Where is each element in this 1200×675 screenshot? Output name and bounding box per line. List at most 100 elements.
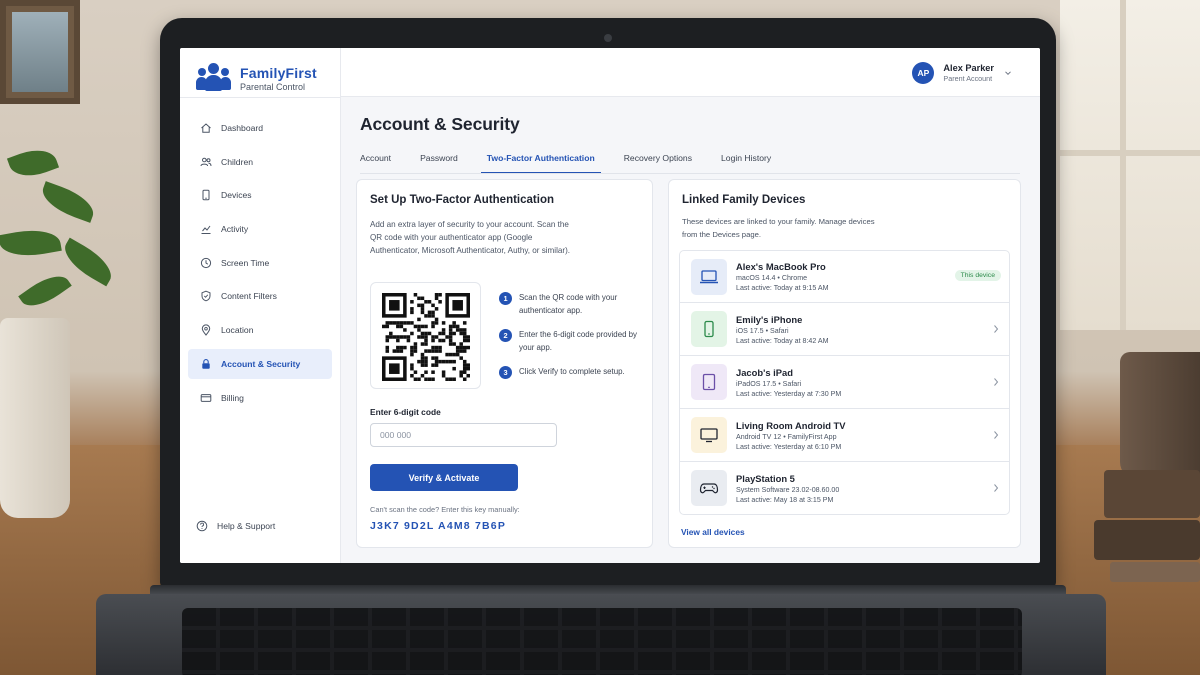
sidebar-item-devices[interactable]: Devices	[188, 180, 332, 210]
device-last-active: Last active: Yesterday at 7:30 PM	[736, 389, 842, 398]
coffee-mug	[1120, 352, 1200, 480]
qr-code	[370, 282, 481, 389]
device-os: iOS 17.5 • Safari	[736, 326, 789, 335]
help-label: Help & Support	[217, 521, 276, 531]
sidebar-item-content-filters[interactable]: Content Filters	[188, 281, 332, 311]
laptop-icon	[691, 258, 727, 295]
device-row[interactable]: PlayStation 5 System Software 23.02-08.6…	[679, 462, 1010, 515]
plant-leaf	[6, 142, 60, 184]
step-text: Scan the QR code with your authenticator…	[519, 293, 618, 315]
top-bar: AP Alex Parker Parent Account	[341, 48, 1040, 97]
device-row[interactable]: Jacob's iPad iPadOS 17.5 • Safari Last a…	[679, 356, 1010, 409]
gamepad-icon	[691, 470, 727, 506]
sidebar-item-activity[interactable]: Activity	[188, 214, 332, 244]
step-number: 2	[499, 329, 512, 342]
device-last-active: Last active: Today at 8:42 AM	[736, 336, 829, 345]
this-device-badge: This device	[954, 270, 1001, 281]
device-row[interactable]: Living Room Android TV Android TV 12 • F…	[679, 409, 1010, 462]
chevron-down-icon	[1005, 71, 1011, 76]
plant-leaf	[0, 224, 62, 262]
book-stack	[1090, 470, 1200, 582]
tv-icon	[691, 417, 727, 453]
tab-recovery-options[interactable]: Recovery Options	[624, 150, 692, 174]
smartphone-icon	[691, 311, 727, 347]
activity-chart-icon	[200, 223, 212, 235]
step-text: Enter the 6-digit code provided by your …	[519, 330, 637, 352]
sidebar-item-billing[interactable]: Billing	[188, 383, 332, 413]
user-menu[interactable]: AP Alex Parker Parent Account	[912, 62, 1012, 84]
qr-code-icon	[382, 293, 470, 381]
plant-leaf	[18, 267, 72, 315]
chevron-right-icon	[994, 325, 999, 333]
device-name: Alex's MacBook Pro	[736, 261, 826, 272]
home-icon	[200, 122, 212, 134]
tab-two-factor-authentication[interactable]: Two-Factor Authentication	[480, 150, 601, 174]
laptop-keyboard	[96, 594, 1106, 675]
device-os: Android TV 12 • FamilyFirst App	[736, 432, 837, 441]
wall-picture-frame	[0, 0, 80, 104]
manual-key-hint: Can't scan the code? Enter this key manu…	[370, 505, 520, 514]
lock-icon	[200, 358, 212, 370]
step-number: 1	[499, 292, 512, 305]
step-text: Click Verify to complete setup.	[519, 367, 625, 376]
sidebar-item-label: Activity	[221, 224, 249, 235]
family-logo-icon	[196, 63, 232, 93]
setup-steps: 1 Scan the QR code with your authenticat…	[499, 292, 649, 391]
tab-account[interactable]: Account	[360, 150, 391, 174]
sidebar-item-label: Location	[221, 325, 254, 336]
location-pin-icon	[200, 324, 212, 336]
device-row[interactable]: Emily's iPhone iOS 17.5 • Safari Last ac…	[679, 303, 1010, 356]
user-name: Alex Parker	[943, 63, 994, 73]
card-title: Linked Family Devices	[682, 194, 806, 206]
tablet-icon	[691, 364, 727, 400]
users-icon	[200, 156, 212, 168]
sidebar-item-label: Devices	[221, 190, 252, 201]
sidebar-item-label: Screen Time	[221, 257, 270, 268]
step-number: 3	[499, 366, 512, 379]
chevron-right-icon	[994, 484, 999, 492]
card-description: These devices are linked to your family.…	[682, 217, 875, 239]
sidebar-nav: Dashboard Children Devices Activity Scre…	[188, 113, 332, 416]
device-last-active: Last active: May 18 at 3:15 PM	[736, 495, 834, 504]
device-os: macOS 14.4 • Chrome	[736, 274, 808, 282]
step-item: 3 Click Verify to complete setup.	[499, 366, 649, 379]
brand[interactable]: FamilyFirst Parental Control	[196, 60, 317, 96]
verify-activate-button[interactable]: Verify & Activate	[370, 464, 518, 491]
step-item: 2 Enter the 6-digit code provided by you…	[499, 329, 649, 354]
device-name: Emily's iPhone	[736, 313, 803, 325]
brand-name: FamilyFirst	[240, 64, 317, 81]
verification-code-input[interactable]	[370, 423, 557, 447]
tab-login-history[interactable]: Login History	[721, 150, 771, 174]
webcam	[604, 34, 612, 42]
device-name: Living Room Android TV	[736, 419, 846, 431]
card-title: Set Up Two-Factor Authentication	[370, 194, 554, 206]
window	[1060, 0, 1200, 330]
help-circle-icon	[196, 520, 208, 532]
sidebar-item-children[interactable]: Children	[188, 147, 332, 177]
clock-icon	[200, 257, 212, 269]
sidebar-item-account-security[interactable]: Account & Security	[188, 348, 332, 379]
page-title: Account & Security	[360, 114, 520, 134]
tab-bar: Account Password Two-Factor Authenticati…	[360, 150, 800, 174]
device-row[interactable]: Alex's MacBook Pro macOS 14.4 • Chrome L…	[679, 250, 1010, 303]
sidebar-item-label: Children	[221, 156, 254, 167]
user-role: Parent Account	[943, 74, 993, 83]
tab-password[interactable]: Password	[420, 150, 458, 174]
view-all-devices-link[interactable]: View all devices	[681, 527, 745, 537]
help-support-link[interactable]: Help & Support	[196, 520, 275, 532]
device-list: Alex's MacBook Pro macOS 14.4 • Chrome L…	[679, 250, 1010, 515]
two-factor-setup-card: Set Up Two-Factor Authentication Add an …	[356, 179, 653, 548]
device-os: System Software 23.02-08.60.00	[736, 485, 840, 494]
device-name: PlayStation 5	[736, 472, 795, 484]
sidebar: FamilyFirst Parental Control Dashboard C…	[180, 48, 341, 563]
device-last-active: Last active: Yesterday at 6:10 PM	[736, 442, 842, 451]
plant-pot	[0, 318, 70, 518]
chevron-right-icon	[994, 378, 999, 386]
avatar: AP	[912, 62, 935, 84]
sidebar-item-screen-time[interactable]: Screen Time	[188, 248, 332, 278]
sidebar-item-label: Account & Security	[221, 358, 301, 369]
sidebar-item-location[interactable]: Location	[188, 315, 332, 345]
sidebar-item-dashboard[interactable]: Dashboard	[188, 113, 332, 143]
linked-devices-card: Linked Family Devices These devices are …	[668, 179, 1021, 548]
main-content: Account & Security Account Password Two-…	[341, 97, 1040, 563]
